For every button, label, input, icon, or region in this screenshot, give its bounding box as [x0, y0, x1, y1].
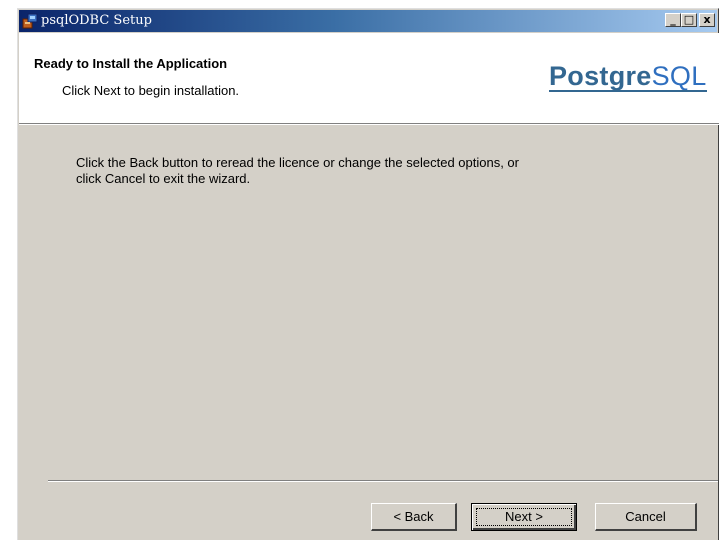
logo-text-sql: SQL [651, 61, 707, 91]
logo-text-postgre: Postgre [549, 61, 652, 91]
setup-window: psqlODBC Setup _ □ x Ready to Install th… [17, 8, 719, 540]
close-icon: x [703, 13, 711, 26]
cancel-button[interactable]: Cancel [595, 503, 697, 531]
cancel-button-label: Cancel [625, 509, 666, 524]
page-subtitle: Click Next to begin installation. [62, 83, 240, 98]
instruction-line-2: click Cancel to exit the wizard. [76, 171, 251, 186]
postgresql-logo: PostgreSQL [549, 61, 707, 92]
header-divider [19, 123, 719, 125]
footer-divider [48, 480, 718, 482]
instruction-line-1: Click the Back button to reread the lice… [76, 155, 519, 170]
minimize-button[interactable]: _ [665, 13, 681, 27]
back-button-label: < Back [393, 509, 434, 524]
instruction-text: Click the Back button to reread the lice… [76, 155, 636, 187]
next-button-label: Next > [505, 509, 543, 524]
back-button[interactable]: < Back [371, 503, 457, 531]
minimize-icon: _ [670, 13, 676, 26]
maximize-button[interactable]: □ [681, 13, 697, 27]
page-title: Ready to Install the Application [34, 56, 228, 71]
close-button[interactable]: x [699, 13, 715, 27]
window-title: psqlODBC Setup [41, 13, 152, 28]
app-installer-icon [22, 13, 38, 29]
next-button[interactable]: Next > [471, 503, 577, 531]
wizard-header: Ready to Install the Application Click N… [19, 33, 719, 123]
title-bar[interactable]: psqlODBC Setup _ □ x [19, 10, 717, 32]
maximize-icon: □ [683, 13, 695, 26]
window-controls: _ □ x [665, 13, 715, 27]
